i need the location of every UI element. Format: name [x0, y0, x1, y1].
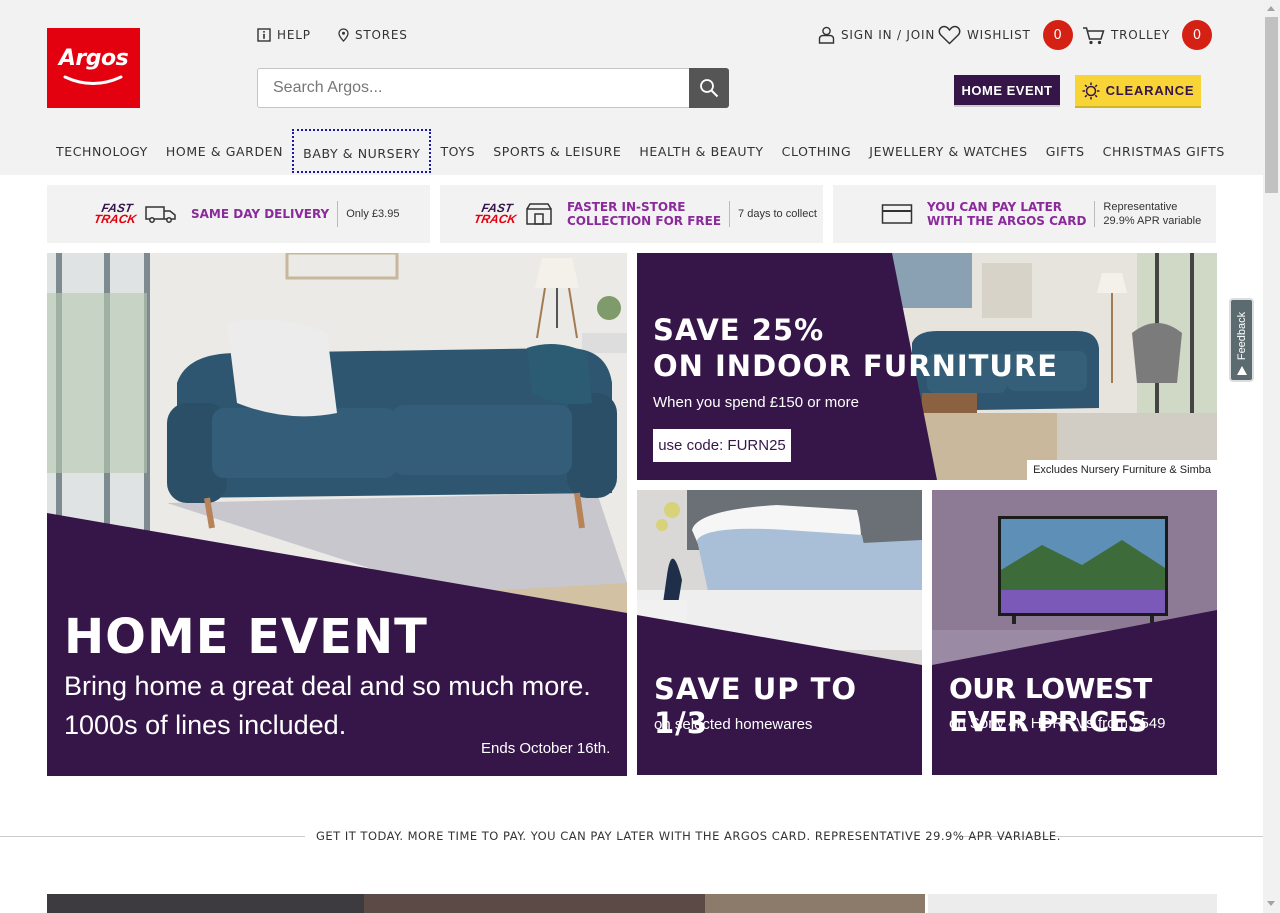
- wishlist-label: WISHLIST: [967, 28, 1031, 42]
- search-input[interactable]: [258, 69, 690, 107]
- location-pin-icon: [338, 28, 349, 42]
- card-apr: Representative 29.9% APR variable: [1103, 201, 1202, 227]
- furniture-title-2: ON INDOOR FURNITURE: [653, 349, 1059, 383]
- feedback-tab[interactable]: Feedback: [1229, 298, 1254, 382]
- clearance-button[interactable]: CLEARANCE: [1075, 75, 1201, 106]
- indoor-furniture-banner[interactable]: SAVE 25% ON INDOOR FURNITURE When you sp…: [637, 253, 1217, 480]
- search-icon: [700, 79, 719, 98]
- heart-icon: [938, 25, 961, 45]
- category-tile[interactable]: [47, 894, 364, 913]
- homewares-sub: on selected homewares: [654, 716, 813, 733]
- tv-sub: on Sony 4K HDR TVs from £549: [949, 715, 1166, 732]
- hero-line-2: 1000s of lines included.: [64, 710, 347, 740]
- nav-item-jewellery-watches[interactable]: JEWELLERY & WATCHES: [860, 128, 1036, 174]
- collection-title: FASTER IN-STORE COLLECTION FOR FREE: [567, 200, 722, 228]
- delivery-title: SAME DAY DELIVERY: [191, 207, 330, 221]
- scroll-down-arrow-icon[interactable]: [1267, 901, 1275, 906]
- category-tile[interactable]: [705, 894, 925, 913]
- card-title: YOU CAN PAY LATER WITH THE ARGOS CARD: [927, 200, 1087, 228]
- furniture-exclusion-note: Excludes Nursery Furniture & Simba: [1027, 460, 1217, 480]
- sun-badge-icon: [1082, 82, 1100, 99]
- delivery-van-icon: [145, 206, 176, 223]
- delivery-price: Only £3.95: [346, 208, 400, 220]
- category-image-strip: [47, 894, 1217, 913]
- divider-line-left: [0, 836, 305, 837]
- divider: [729, 201, 731, 227]
- logo-swoosh-icon: [63, 75, 123, 85]
- divider: [1094, 201, 1096, 227]
- promo-code-box: use code: FURN25: [653, 429, 791, 462]
- category-tile[interactable]: [925, 894, 1217, 913]
- nav-item-home-garden[interactable]: HOME & GARDEN: [157, 128, 292, 174]
- hero-title: HOME EVENT: [64, 609, 428, 665]
- nav-item-health-beauty[interactable]: HEALTH & BEAUTY: [630, 128, 772, 174]
- trolley-link[interactable]: TROLLEY 0: [1082, 20, 1212, 50]
- credit-card-icon: [881, 204, 913, 224]
- clearance-label: CLEARANCE: [1105, 83, 1195, 98]
- furniture-title-1: SAVE 25%: [653, 313, 825, 347]
- info-icon: [257, 28, 271, 42]
- scroll-up-arrow-icon[interactable]: [1267, 6, 1275, 11]
- nav-item-technology[interactable]: TECHNOLOGY: [47, 128, 157, 174]
- same-day-delivery-promo[interactable]: FAST TRACK SAME DAY DELIVERY Only £3.95: [47, 185, 430, 243]
- home-event-hero-banner[interactable]: HOME EVENT Bring home a great deal and s…: [47, 253, 627, 776]
- sign-in-label: SIGN IN / JOIN: [841, 28, 936, 42]
- category-tile[interactable]: [364, 894, 705, 913]
- help-link[interactable]: HELP: [257, 27, 311, 43]
- user-icon: [818, 26, 835, 44]
- nav-item-toys[interactable]: TOYS: [431, 128, 484, 174]
- fast-track-logo: FAST TRACK: [472, 201, 518, 226]
- divider: [337, 201, 339, 227]
- category-nav: TECHNOLOGY HOME & GARDEN BABY & NURSERY …: [47, 128, 1234, 174]
- furniture-sub: When you spend £150 or more: [653, 394, 859, 411]
- argos-logo[interactable]: Argos: [47, 28, 140, 108]
- instore-collection-promo[interactable]: FAST TRACK FASTER IN-STORE COLLECTION FO…: [440, 185, 823, 243]
- sony-tv-banner[interactable]: OUR LOWEST EVER PRICES on Sony 4K HDR TV…: [932, 490, 1217, 775]
- trolley-label: TROLLEY: [1111, 28, 1170, 42]
- store-icon: [526, 203, 552, 225]
- site-header: Argos HELP STORES SIGN IN / JOIN WISHLIS…: [0, 0, 1263, 175]
- homewares-banner[interactable]: SAVE UP TO 1/3 on selected homewares: [637, 490, 922, 775]
- home-event-button[interactable]: HOME EVENT: [954, 75, 1060, 105]
- wishlist-link[interactable]: WISHLIST 0: [938, 20, 1073, 50]
- feedback-label: Feedback: [1236, 311, 1248, 361]
- scrollbar-thumb[interactable]: [1265, 17, 1278, 193]
- help-label: HELP: [277, 28, 311, 42]
- nav-item-christmas-gifts[interactable]: CHRISTMAS GIFTS: [1094, 128, 1234, 174]
- argos-card-disclaimer: GET IT TODAY. MORE TIME TO PAY. YOU CAN …: [316, 829, 1061, 843]
- wishlist-count-badge: 0: [1042, 20, 1073, 50]
- argos-card-promo[interactable]: YOU CAN PAY LATER WITH THE ARGOS CARD Re…: [833, 185, 1216, 243]
- arrow-up-icon: [1237, 366, 1247, 375]
- search-bar: [257, 68, 729, 108]
- fast-track-logo: FAST TRACK: [92, 201, 138, 226]
- nav-item-gifts[interactable]: GIFTS: [1037, 128, 1094, 174]
- stores-label: STORES: [355, 28, 408, 42]
- hero-line-1: Bring home a great deal and so much more…: [64, 671, 591, 701]
- logo-text: Argos: [58, 46, 129, 71]
- page-scrollbar[interactable]: [1263, 0, 1280, 913]
- nav-item-sports-leisure[interactable]: SPORTS & LEISURE: [484, 128, 630, 174]
- trolley-count-badge: 0: [1182, 20, 1212, 50]
- hero-ends-date: Ends October 16th.: [481, 740, 611, 757]
- trolley-icon: [1083, 26, 1105, 44]
- nav-item-clothing[interactable]: CLOTHING: [773, 128, 861, 174]
- nav-item-baby-nursery[interactable]: BABY & NURSERY: [292, 129, 432, 173]
- sign-in-link[interactable]: SIGN IN / JOIN: [818, 26, 936, 44]
- search-button[interactable]: [689, 68, 729, 108]
- collection-sub: 7 days to collect: [738, 208, 817, 220]
- stores-link[interactable]: STORES: [338, 27, 408, 43]
